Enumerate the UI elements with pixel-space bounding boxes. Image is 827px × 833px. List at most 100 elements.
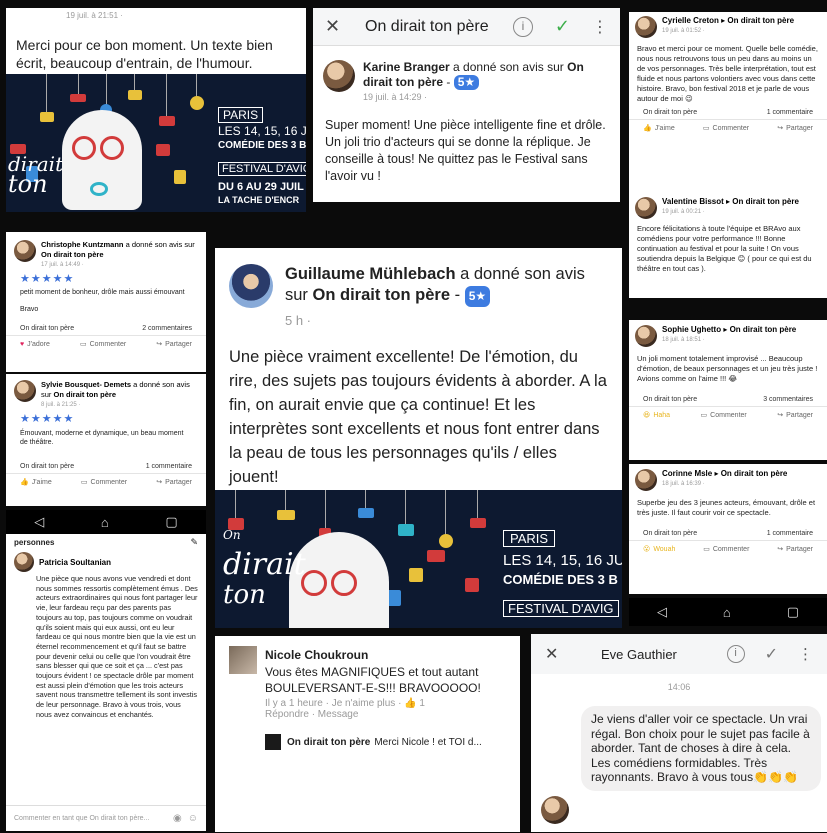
comment-button[interactable]: ▭ Commenter xyxy=(703,124,749,133)
back-icon[interactable]: ◁ xyxy=(34,514,44,530)
avatar[interactable] xyxy=(635,197,657,219)
author-name[interactable]: Guillaume Mühlebach xyxy=(285,265,456,283)
camera-icon[interactable]: ◉ xyxy=(173,813,182,824)
tile-christophe: Christophe Kuntzmann a donné son avis su… xyxy=(6,232,206,372)
tile-valentine: Valentine Bissot ▸ On dirait ton père 19… xyxy=(629,194,827,298)
author-name[interactable]: Christophe Kuntzmann xyxy=(41,240,124,249)
share-button[interactable]: ↪ Partager xyxy=(777,545,813,554)
poster-image-large: On dirait ton PARIS LES 14, 15, 16 JUI C… xyxy=(215,490,622,628)
tile-patricia: personnes ✎ Patricia Soultanian Une pièc… xyxy=(6,534,206,831)
edit-icon[interactable]: ✎ xyxy=(190,537,198,548)
wow-button[interactable]: 😮 Wouah xyxy=(643,545,675,554)
more-icon[interactable]: ⋮ xyxy=(798,645,813,663)
author-name[interactable]: Nicole Choukroun xyxy=(265,648,368,662)
share-button[interactable]: ↪ Partager xyxy=(156,340,192,349)
avatar[interactable] xyxy=(229,646,257,674)
page-link[interactable]: On dirait ton père xyxy=(54,390,117,399)
page-label[interactable]: On dirait ton père xyxy=(643,396,697,403)
author-name[interactable]: Cyrielle Creton xyxy=(662,16,719,25)
comment-count[interactable]: 2 commentaires xyxy=(142,325,192,332)
android-nav-bar: ◁ ⌂ ▢ xyxy=(6,510,206,534)
avatar[interactable] xyxy=(229,264,273,308)
share-icon: ↪ xyxy=(777,125,784,132)
home-icon[interactable]: ⌂ xyxy=(101,515,109,530)
rating-badge: 5★ xyxy=(453,75,480,90)
close-icon[interactable]: ✕ xyxy=(325,16,351,37)
tile-sophie: Sophie Ughetto ▸ On dirait ton père 18 j… xyxy=(629,320,827,460)
check-icon[interactable]: ✓ xyxy=(555,16,570,37)
tile-guillaume: Guillaume Mühlebach a donné son avis sur… xyxy=(215,248,622,490)
info-icon[interactable]: i xyxy=(512,16,533,37)
page-label[interactable]: On dirait ton père xyxy=(20,463,74,470)
tile-merci: 19 juil. à 21:51 · Merci pour ce bon mom… xyxy=(6,8,306,212)
avatar[interactable] xyxy=(541,796,569,824)
like-button[interactable]: 👍 J'aime xyxy=(643,124,675,133)
app-header: ✕ On dirait ton père i ✓ ⋮ xyxy=(313,8,620,46)
author-name[interactable]: Sylvie Bousquet- Demets xyxy=(41,380,131,389)
comment-count[interactable]: 3 commentaires xyxy=(763,396,813,403)
page-label[interactable]: On dirait ton père xyxy=(20,325,74,332)
comment-input-bar[interactable]: Commenter en tant que On dirait ton père… xyxy=(6,805,206,831)
post-timestamp: 19 juil. à 14:29 · xyxy=(363,92,428,102)
rating-badge: 5★ xyxy=(464,286,491,307)
comment-count[interactable]: 1 commentaire xyxy=(767,530,813,537)
author-name[interactable]: Corinne Msle xyxy=(662,469,712,478)
like-button[interactable]: 👍 J'aime xyxy=(20,478,52,487)
comment-text: Une pièce que nous avons vue vendredi et… xyxy=(36,574,198,719)
love-button[interactable]: ♥ J'adore xyxy=(20,340,50,348)
review-text: Super moment! Une pièce intelligente fin… xyxy=(325,118,606,183)
page-label[interactable]: On dirait ton père xyxy=(643,530,697,537)
avatar[interactable] xyxy=(14,552,34,572)
share-button[interactable]: ↪ Partager xyxy=(777,124,813,133)
avatar[interactable] xyxy=(323,60,355,92)
comment-button[interactable]: ▭ Commenter xyxy=(700,411,747,420)
avatar[interactable] xyxy=(14,380,36,402)
back-icon[interactable]: ◁ xyxy=(657,604,667,620)
tile-nicole: Nicole Choukroun Vous êtes MAGNIFIQUES e… xyxy=(215,636,520,832)
reply-author[interactable]: On dirait ton père xyxy=(287,737,370,748)
poster-festival: FESTIVAL D'AVIG xyxy=(503,600,619,617)
page-link[interactable]: On dirait ton père xyxy=(727,16,794,25)
review-text: Un joli moment totalement improvisé ... … xyxy=(637,354,818,383)
comment-count[interactable]: 1 commentaire xyxy=(146,463,192,470)
recents-icon[interactable]: ▢ xyxy=(787,604,799,620)
info-icon[interactable]: i xyxy=(726,645,745,663)
page-avatar[interactable] xyxy=(265,734,281,750)
comment-count[interactable]: 1 commentaire xyxy=(767,109,813,116)
review-verb: a donné son avis sur xyxy=(449,60,568,74)
post-text: Merci pour ce bon moment. Un texte bien … xyxy=(16,37,273,71)
home-icon[interactable]: ⌂ xyxy=(723,605,731,620)
close-icon[interactable]: ✕ xyxy=(545,644,571,664)
emoji-icon[interactable]: ☺ xyxy=(188,813,198,824)
check-icon[interactable]: ✓ xyxy=(765,644,778,664)
comment-button[interactable]: ▭ Commenter xyxy=(703,545,749,554)
review-text: Encore félicitations à toute l'équipe et… xyxy=(637,224,812,273)
avatar[interactable] xyxy=(635,469,657,491)
author-name[interactable]: Patricia Soultanian xyxy=(39,558,111,567)
comment-actions[interactable]: Répondre · Message xyxy=(265,709,506,720)
comment-button[interactable]: ▭ Commenter xyxy=(80,340,126,349)
page-link[interactable]: On dirait ton père xyxy=(730,325,797,334)
page-link[interactable]: On dirait ton père xyxy=(313,286,451,304)
poster-festival: FESTIVAL D'AVIG xyxy=(218,162,306,176)
share-button[interactable]: ↪ Partager xyxy=(156,478,192,487)
author-name[interactable]: Karine Branger xyxy=(363,60,450,74)
comment-icon: ▭ xyxy=(700,412,708,419)
page-link[interactable]: On dirait ton père xyxy=(732,197,799,206)
share-button[interactable]: ↪ Partager xyxy=(777,411,813,420)
avatar[interactable] xyxy=(635,16,657,38)
more-icon[interactable]: ⋮ xyxy=(592,17,608,37)
comment-button[interactable]: ▭ Commenter xyxy=(81,478,127,487)
recents-icon[interactable]: ▢ xyxy=(165,514,177,530)
author-name[interactable]: Valentine Bissot xyxy=(662,197,724,206)
comment-input[interactable]: Commenter en tant que On dirait ton père… xyxy=(14,814,173,823)
page-label[interactable]: On dirait ton père xyxy=(643,109,697,116)
avatar[interactable] xyxy=(635,325,657,347)
author-name[interactable]: Sophie Ughetto xyxy=(662,325,721,334)
page-link[interactable]: On dirait ton père xyxy=(721,469,788,478)
post-timestamp: 5 h · xyxy=(285,313,312,328)
page-link[interactable]: On dirait ton père xyxy=(41,250,104,259)
avatar[interactable] xyxy=(14,240,36,262)
thumbs-up-icon: 👍 xyxy=(20,479,29,486)
haha-button[interactable]: 😆 Haha xyxy=(643,411,670,420)
